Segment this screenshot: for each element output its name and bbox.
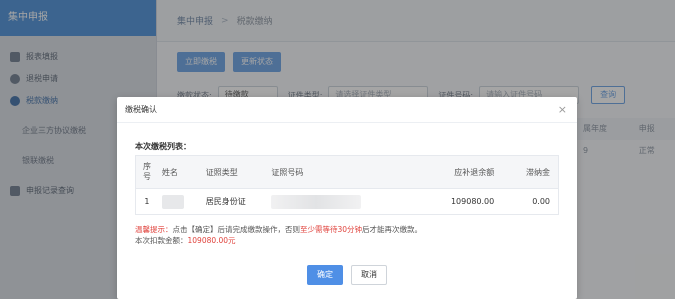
redacted-name: [161, 194, 184, 209]
total-line: 本次扣款金额：109080.00元: [135, 235, 565, 246]
table-row: 1 居民身份证 109080.00 0.00: [136, 188, 558, 214]
payment-list-title: 本次缴税列表：: [135, 142, 191, 151]
dialog-header: 缴税确认 ×: [117, 97, 577, 123]
tip-label: 温馨提示：: [135, 225, 173, 234]
id-number-cell: [267, 194, 416, 209]
tip-line: 温馨提示：点击【确定】后请完成缴款操作，否则至少需等待30分钟后才能再次缴款。: [135, 224, 565, 235]
total-label: 本次扣款金额：: [135, 236, 188, 245]
column-header-seq: 序号: [142, 162, 151, 181]
tip-highlight: 至少需等待30分钟: [300, 225, 363, 234]
tip-text-2: 后才能再次缴款。: [362, 225, 423, 234]
column-header-amount-due: 应补退余额: [454, 167, 495, 177]
seq-cell: 1: [144, 196, 150, 206]
column-header-name: 姓名: [161, 167, 178, 177]
confirm-button[interactable]: 确定: [307, 265, 343, 285]
payment-table: 序号 姓名 证照类型 证照号码 应补退余额 滞纳金 1 居民身份证 109080…: [135, 155, 559, 215]
name-cell: [158, 194, 202, 209]
tip-text-1: 点击【确定】后请完成缴款操作，否则: [172, 225, 301, 234]
dialog-title: 缴税确认: [125, 105, 157, 114]
column-header-late-fee: 滞纳金: [526, 167, 550, 177]
total-value: 109080.00元: [187, 236, 236, 245]
table-header: 序号 姓名 证照类型 证照号码 应补退余额 滞纳金: [136, 156, 558, 188]
warm-tips: 温馨提示：点击【确定】后请完成缴款操作，否则至少需等待30分钟后才能再次缴款。 …: [135, 224, 565, 246]
redacted-id-number: [271, 194, 362, 209]
late-fee-cell: 0.00: [532, 197, 550, 206]
amount-due-cell: 109080.00: [450, 197, 495, 206]
tax-payment-confirm-dialog: 缴税确认 × 本次缴税列表： 序号 姓名 证照类型 证照号码 应补退余额 滞纳金…: [117, 97, 577, 299]
column-header-id-type: 证照类型: [205, 167, 238, 177]
id-type-cell: 居民身份证: [205, 197, 246, 206]
close-icon[interactable]: ×: [558, 104, 567, 115]
column-header-id-number: 证照号码: [271, 167, 304, 177]
dialog-footer: 确定 取消: [117, 265, 577, 285]
cancel-button[interactable]: 取消: [351, 265, 387, 285]
